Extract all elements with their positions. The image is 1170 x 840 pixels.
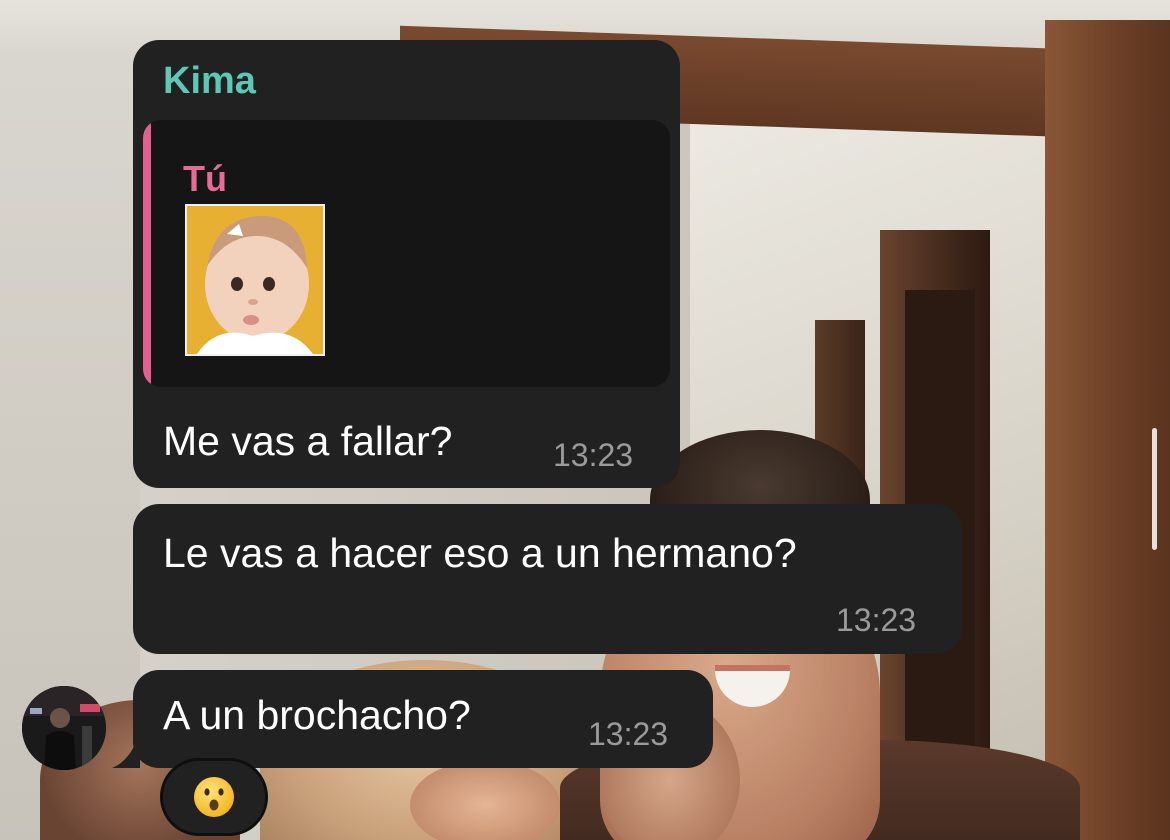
contact-avatar[interactable] — [22, 686, 106, 770]
message-text: A un brochacho? — [163, 692, 471, 738]
reply-thumbnail-image[interactable] — [185, 204, 325, 356]
message-text: Me vas a fallar? — [163, 418, 453, 464]
message-bubble[interactable]: Kima Tú Me vas a fallar? 13:23 — [133, 40, 680, 488]
sender-name[interactable]: Kima — [163, 60, 256, 103]
message-timestamp: 13:23 — [553, 437, 634, 473]
message-timestamp: 13:23 — [836, 602, 917, 638]
scrollbar[interactable] — [1152, 428, 1157, 550]
reply-author: Tú — [183, 158, 227, 199]
surprised-face-icon — [194, 777, 234, 817]
message-text: Le vas a hacer eso a un hermano? — [163, 530, 797, 576]
message-timestamp: 13:23 — [588, 716, 669, 752]
message-bubble[interactable]: Le vas a hacer eso a un hermano? 13:23 — [133, 504, 962, 654]
message-reaction[interactable] — [160, 758, 268, 836]
reply-accent-bar — [143, 120, 151, 387]
message-bubble[interactable]: A un brochacho? 13:23 — [133, 670, 713, 768]
reply-preview[interactable]: Tú — [143, 120, 670, 387]
